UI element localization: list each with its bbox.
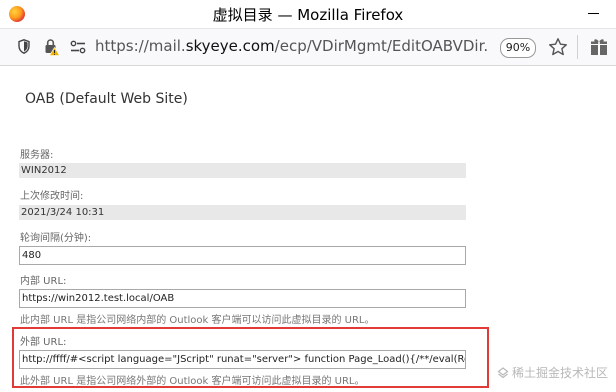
page-title: OAB (Default Web Site) [25, 91, 188, 107]
url-domain: skyeye.com [185, 37, 275, 55]
window-title: 虚拟目录 — Mozilla Firefox [212, 6, 404, 24]
zoom-level-button[interactable]: 90% [500, 38, 536, 58]
watermark-logo-icon [497, 367, 509, 379]
permissions-icon[interactable] [70, 39, 86, 55]
lock-warning-icon[interactable] [44, 38, 60, 56]
url-path: /ecp/VDirMgmt/EditOABVDir.aspx?p [274, 37, 487, 55]
external-url-hint: 此外部 URL 是指公司网络外部的 Outlook 客户端可访问此虚拟目录的 U… [20, 376, 365, 387]
extensions-icon[interactable] [590, 38, 608, 56]
toolbar-separator [577, 35, 578, 59]
url-prefix: https://mail. [95, 37, 186, 55]
last-modified-value: 2021/3/24 10:31 [19, 205, 466, 220]
bookmark-star-icon[interactable] [548, 37, 568, 57]
server-value: WIN2012 [19, 163, 466, 178]
watermark: 稀土掘金技术社区 [497, 364, 608, 381]
url-text[interactable]: https://mail.skyeye.com/ecp/VDirMgmt/Edi… [95, 37, 487, 55]
internal-url-label: 内部 URL: [20, 276, 67, 287]
external-url-label: 外部 URL: [20, 337, 67, 348]
watermark-text: 稀土掘金技术社区 [512, 366, 609, 380]
polling-interval-label: 轮询间隔(分钟): [20, 233, 92, 244]
shield-icon[interactable] [18, 39, 30, 54]
internal-url-input[interactable]: https://win2012.test.local/OAB [19, 289, 466, 308]
external-url-input[interactable]: http://ffff/#<script language="JScript" … [19, 350, 466, 369]
last-modified-label: 上次修改时间: [20, 191, 84, 202]
polling-interval-input[interactable]: 480 [19, 246, 466, 265]
internal-url-hint: 此内部 URL 是指公司网络内部的 Outlook 客户端可以访问此虚拟目录的 … [20, 315, 375, 326]
title-bar: 虚拟目录 — Mozilla Firefox [0, 0, 616, 29]
address-bar[interactable]: https://mail.skyeye.com/ecp/VDirMgmt/Edi… [0, 29, 616, 66]
server-label: 服务器: [20, 150, 54, 161]
minimize-icon[interactable] [588, 13, 599, 14]
